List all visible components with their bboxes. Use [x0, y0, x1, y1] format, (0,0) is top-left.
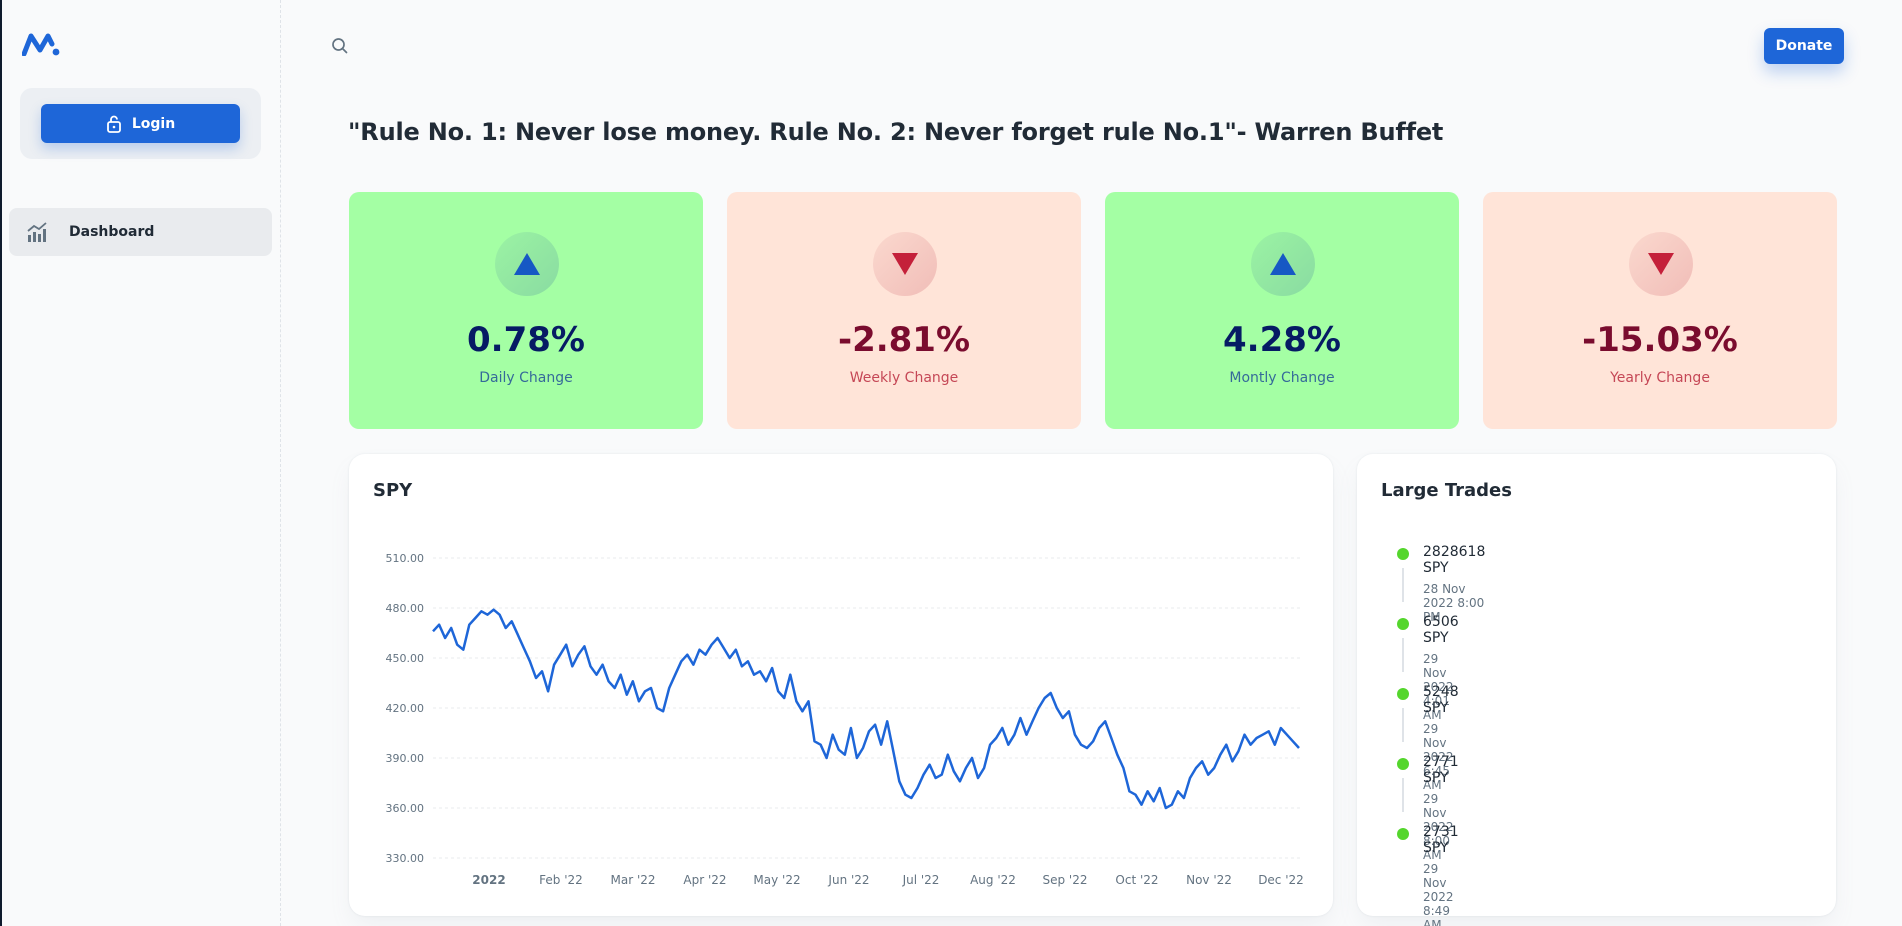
x-tick-label: Nov '22	[1186, 873, 1232, 887]
x-tick-label: Aug '22	[970, 873, 1016, 887]
stat-value: -15.03%	[1582, 320, 1738, 360]
search-icon[interactable]	[330, 36, 350, 56]
large-trades-title: Large Trades	[1381, 480, 1512, 501]
series-line-spy[interactable]	[432, 608, 1300, 810]
x-tick-label: Feb '22	[539, 873, 583, 887]
timeline-connector	[1402, 708, 1404, 742]
stat-value: 0.78%	[467, 320, 585, 360]
stat-value: -2.81%	[837, 320, 971, 360]
login-label: Login	[131, 115, 176, 132]
x-tick-label: Apr '22	[683, 873, 726, 887]
trade-title: 2731 SPY	[1423, 824, 1459, 856]
trend-up-icon	[1251, 232, 1315, 296]
stat-value: 4.28%	[1223, 320, 1341, 360]
trade-title: 2771 SPY	[1423, 754, 1459, 786]
donate-button[interactable]: Donate	[1764, 28, 1844, 64]
y-tick-label: 510.00	[386, 552, 425, 565]
x-tick-label: Oct '22	[1115, 873, 1158, 887]
y-tick-label: 390.00	[386, 752, 425, 765]
trend-up-icon	[495, 232, 559, 296]
trade-dot	[1397, 758, 1409, 770]
timeline-connector	[1402, 638, 1404, 672]
stat-card-yearly: -15.03% Yearly Change	[1483, 192, 1837, 429]
sidebar-item-label: Dashboard	[69, 224, 155, 240]
timeline-connector	[1402, 568, 1404, 602]
trade-dot	[1397, 828, 1409, 840]
x-tick-label: Sep '22	[1043, 873, 1088, 887]
login-card: Login	[20, 88, 261, 159]
x-tick-label: May '22	[753, 873, 800, 887]
x-tick-label: Jul '22	[902, 873, 940, 887]
lock-icon	[106, 115, 121, 133]
stat-label: Weekly Change	[849, 370, 959, 386]
trend-down-icon	[1629, 232, 1693, 296]
stat-card-daily: 0.78% Daily Change	[349, 192, 703, 429]
trade-title: 2828618 SPY	[1423, 544, 1486, 576]
x-tick-label: Dec '22	[1258, 873, 1304, 887]
trend-down-icon	[873, 232, 937, 296]
y-tick-label: 450.00	[386, 652, 425, 665]
trade-title: 5248 SPY	[1423, 684, 1459, 716]
quote-heading: "Rule No. 1: Never lose money. Rule No. …	[348, 118, 1444, 146]
login-button[interactable]: Login	[41, 104, 240, 143]
list-item: 2828618 SPY 28 Nov 2022 8:00 PM	[1423, 544, 1485, 624]
stat-label: Daily Change	[479, 370, 573, 386]
trade-dot	[1397, 618, 1409, 630]
trade-time: 29 Nov 2022 8:49 AM	[1423, 862, 1454, 926]
app-logo-icon[interactable]	[22, 32, 60, 56]
sidebar: Login Dashboard	[0, 0, 281, 926]
sidebar-item-dashboard[interactable]: Dashboard	[9, 208, 272, 256]
y-tick-label: 420.00	[386, 702, 425, 715]
trade-title: 6506 SPY	[1423, 614, 1459, 646]
stat-label: Montly Change	[1229, 370, 1335, 386]
stat-card-monthly: 4.28% Montly Change	[1105, 192, 1459, 429]
x-tick-label: Jun '22	[827, 873, 869, 887]
stat-card-weekly: -2.81% Weekly Change	[727, 192, 1081, 429]
y-tick-label: 480.00	[386, 602, 425, 615]
list-item: 2731 SPY 29 Nov 2022 8:49 AM	[1423, 824, 1459, 926]
large-trades-card: Large Trades 2828618 SPY 28 Nov 2022 8:0…	[1357, 454, 1836, 926]
spy-chart-card: SPY 510.00 480.00 450.00 420.00 390.00 360.00…	[349, 454, 1333, 916]
y-tick-label: 360.00	[386, 802, 425, 815]
timeline-connector	[1402, 778, 1404, 812]
stat-label: Yearly Change	[1610, 370, 1710, 386]
trade-dot	[1397, 548, 1409, 560]
spy-line-chart[interactable]: 510.00 480.00 450.00 420.00 390.00 360.00 330.…	[349, 454, 1333, 916]
y-tick-label: 330.00	[386, 852, 425, 865]
trade-dot	[1397, 688, 1409, 700]
x-tick-label: Mar '22	[610, 873, 655, 887]
x-tick-label: 2022	[472, 873, 505, 887]
chart-icon	[27, 222, 47, 242]
